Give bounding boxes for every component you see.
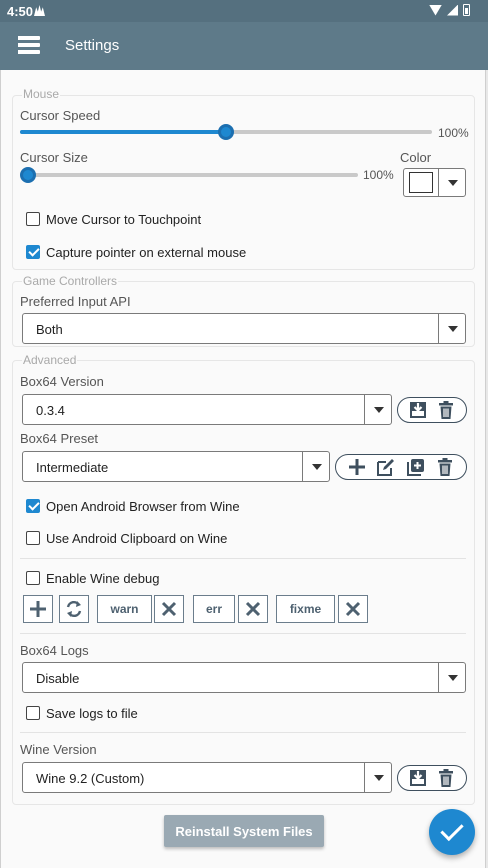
cursor-size-thumb[interactable]	[20, 167, 36, 183]
open-browser-label: Open Android Browser from Wine	[46, 499, 240, 514]
remove-fixme-button[interactable]	[338, 595, 368, 623]
color-swatch	[409, 172, 433, 193]
wifi-icon	[429, 4, 442, 16]
chevron-down-icon	[364, 395, 391, 424]
remove-warn-button[interactable]	[154, 595, 184, 623]
status-bar: 4:50	[0, 0, 488, 22]
add-icon[interactable]	[347, 457, 367, 477]
cursor-speed-fill	[20, 130, 226, 134]
trash-icon[interactable]	[435, 457, 455, 477]
menu-icon[interactable]	[18, 36, 40, 54]
add-debug-channel-button[interactable]	[23, 595, 53, 623]
wine-version-select[interactable]: Wine 9.2 (Custom)	[22, 762, 392, 793]
remove-err-button[interactable]	[238, 595, 268, 623]
input-api-value: Both	[36, 322, 63, 337]
confirm-button[interactable]	[429, 809, 475, 855]
cursor-size-track[interactable]	[20, 173, 358, 177]
move-cursor-checkbox[interactable]	[26, 212, 40, 226]
close-icon	[345, 601, 361, 617]
status-icons	[429, 4, 470, 16]
trash-icon[interactable]	[436, 400, 456, 420]
refresh-icon	[66, 600, 82, 618]
divider	[20, 558, 466, 559]
clipboard-label: Use Android Clipboard on Wine	[46, 531, 228, 546]
mouse-legend: Mouse	[22, 87, 61, 101]
wine-version-label: Wine Version	[20, 742, 97, 757]
cursor-size-value: 100%	[363, 168, 394, 182]
game-controllers-legend: Game Controllers	[22, 274, 119, 288]
download-icon[interactable]	[408, 768, 428, 788]
box64-version-actions	[397, 397, 467, 423]
battery-icon	[463, 4, 470, 16]
divider	[20, 633, 466, 634]
box64-version-select[interactable]: 0.3.4	[22, 394, 392, 425]
cursor-speed-label: Cursor Speed	[20, 108, 101, 123]
color-picker[interactable]	[403, 168, 466, 197]
input-api-label: Preferred Input API	[20, 294, 131, 309]
box64-preset-select[interactable]: Intermediate	[22, 451, 330, 482]
box64-version-value: 0.3.4	[36, 403, 65, 418]
box64-preset-value: Intermediate	[36, 460, 109, 475]
capture-pointer-label: Capture pointer on external mouse	[46, 245, 247, 260]
move-cursor-label: Move Cursor to Touchpoint	[46, 212, 202, 227]
reset-debug-channels-button[interactable]	[59, 595, 89, 623]
add-icon	[30, 601, 46, 617]
box64-logs-value: Disable	[36, 671, 80, 686]
chevron-down-icon	[302, 452, 329, 481]
chevron-down-icon	[438, 169, 465, 196]
status-time: 4:50	[7, 4, 34, 19]
box64-logs-label: Box64 Logs	[20, 643, 89, 658]
chevron-down-icon	[438, 314, 465, 343]
save-logs-label: Save logs to file	[46, 706, 138, 721]
open-browser-checkbox[interactable]	[26, 499, 40, 513]
box64-preset-label: Box64 Preset	[20, 431, 99, 446]
close-icon	[161, 601, 177, 617]
divider	[20, 732, 466, 733]
wine-version-actions	[397, 765, 467, 791]
cursor-speed-thumb[interactable]	[218, 124, 234, 140]
box64-preset-actions	[335, 454, 467, 480]
duplicate-icon[interactable]	[406, 457, 426, 477]
wine-debug-checkbox[interactable]	[26, 571, 40, 585]
edit-icon[interactable]	[376, 457, 396, 477]
cursor-speed-value: 100%	[438, 126, 469, 140]
debug-channel-fixme[interactable]: fixme	[276, 595, 335, 623]
notification-icon	[34, 5, 45, 16]
page-title: Settings	[65, 37, 120, 54]
wine-version-value: Wine 9.2 (Custom)	[36, 771, 145, 786]
capture-pointer-checkbox[interactable]	[26, 245, 40, 259]
input-api-select[interactable]: Both	[22, 313, 466, 344]
cursor-size-label: Cursor Size	[20, 150, 88, 165]
trash-icon[interactable]	[436, 768, 456, 788]
chevron-down-icon	[438, 663, 465, 692]
advanced-legend: Advanced	[22, 353, 78, 367]
save-logs-checkbox[interactable]	[26, 706, 40, 720]
signal-icon	[447, 4, 458, 16]
debug-channel-warn[interactable]: warn	[97, 595, 152, 623]
color-label: Color	[400, 150, 432, 165]
debug-channel-err[interactable]: err	[193, 595, 235, 623]
box64-logs-select[interactable]: Disable	[22, 662, 466, 693]
download-icon[interactable]	[408, 400, 428, 420]
app-bar: Settings	[0, 22, 488, 70]
reinstall-system-files-button[interactable]: Reinstall System Files	[164, 815, 324, 847]
close-icon	[245, 601, 261, 617]
clipboard-checkbox[interactable]	[26, 531, 40, 545]
wine-debug-label: Enable Wine debug	[46, 571, 160, 586]
box64-version-label: Box64 Version	[20, 374, 104, 389]
chevron-down-icon	[364, 763, 391, 792]
